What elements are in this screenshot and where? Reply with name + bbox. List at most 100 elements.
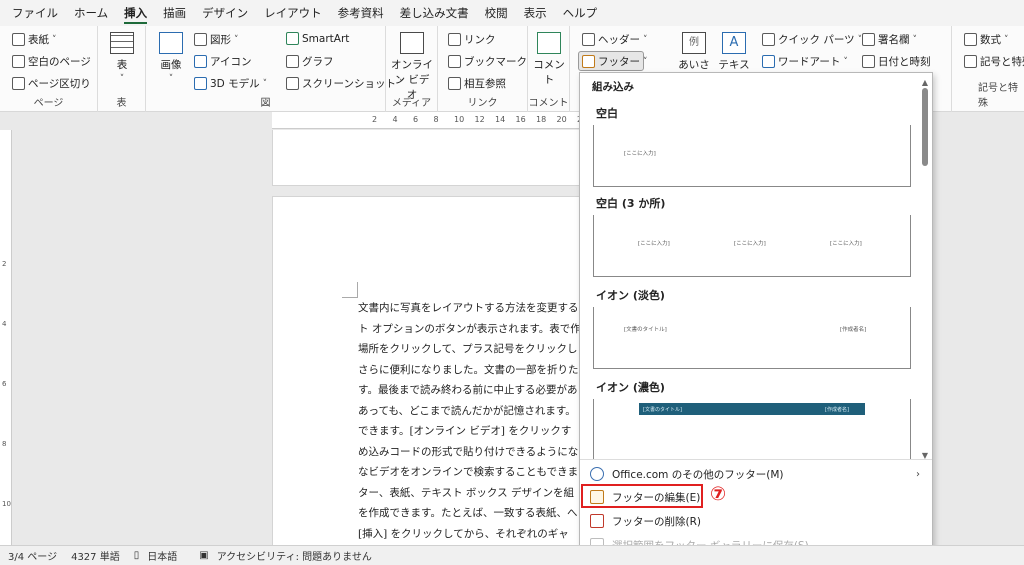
menu-separator [580, 459, 932, 460]
cover-page-button[interactable]: 表紙 ˅ [12, 32, 57, 47]
scroll-up-icon[interactable]: ▲ [918, 78, 932, 87]
group-label-links: リンク [467, 98, 498, 109]
group-label-media: メディア [391, 98, 432, 109]
tab-4[interactable]: デザイン [194, 0, 256, 26]
quick-parts-icon [762, 33, 775, 46]
document-body-text[interactable]: 文書内に写真をレイアウトする方法を変更するト オプションのボタンが表示されます。… [358, 298, 580, 565]
chevron-right-icon: › [916, 468, 920, 480]
header-button[interactable]: ヘッダー ˅ [582, 32, 648, 47]
document-line: ター、表紙、テキスト ボックス デザインを組 [358, 486, 574, 499]
tab-1[interactable]: ホーム [66, 0, 116, 26]
link-icon [448, 33, 461, 46]
tab-9[interactable]: 表示 [516, 0, 555, 26]
symbol-button[interactable]: 記号と特殊 [964, 54, 1024, 69]
cover-page-icon [12, 33, 25, 46]
tab-7[interactable]: 差し込み文書 [392, 0, 477, 26]
date-time-button[interactable]: 日付と時刻 [862, 54, 931, 69]
wordart-button[interactable]: ワードアート ˅ [762, 54, 848, 69]
comment-button[interactable]: コメント [530, 32, 568, 87]
quick-parts-button[interactable]: クイック パーツ ˅ [762, 32, 862, 47]
cross-reference-icon [448, 77, 461, 90]
table-icon [110, 32, 134, 54]
group-comments: コメント コメント [528, 26, 570, 112]
gallery-section-heading: 組み込み [592, 81, 634, 93]
tab-8[interactable]: 校閲 [477, 0, 516, 26]
cross-reference-button[interactable]: 相互参照 [448, 76, 506, 91]
footer-placeholder: [ここに入力] [638, 241, 670, 247]
tab-6[interactable]: 参考資料 [330, 0, 392, 26]
omega-icon [964, 55, 977, 68]
language[interactable]: 日本語 [147, 548, 177, 563]
signature-line-icon [862, 33, 875, 46]
more-footers-office-menu-item[interactable]: Office.com のその他のフッター(M) › [590, 463, 920, 485]
book-icon[interactable]: ▯ [134, 550, 140, 561]
blank-page-button[interactable]: 空白のページ [12, 54, 91, 69]
document-line: なビデオをオンラインで検索することもできま [358, 466, 579, 478]
document-line: さらに便利になりました。文書の一部を折りた [358, 363, 579, 376]
bookmark-button[interactable]: ブックマーク [448, 54, 527, 69]
footer-placeholder: [作成者名] [840, 327, 867, 333]
icons-button[interactable]: アイコン [194, 54, 251, 69]
ruler-tick-label: 2 [372, 115, 378, 124]
picture-button[interactable]: 画像 ˅ [154, 32, 188, 84]
ruler-tick-label: 4 [392, 115, 398, 124]
online-video-button[interactable]: オンライン ビデオ [390, 32, 434, 102]
remove-footer-menu-item[interactable]: フッターの削除(R) [590, 510, 920, 532]
equation-button[interactable]: 数式 ˅ [964, 32, 1009, 47]
edit-footer-highlight [581, 484, 703, 508]
document-page-prev[interactable] [272, 130, 582, 186]
shapes-button[interactable]: 図形 ˅ [194, 32, 239, 47]
menu-item-label: Office.com のその他のフッター(M) [612, 468, 784, 481]
footer-gallery: 空白 [ここに入力] 空白 (3 か所) [ここに入力] [ここに入力] [ここに入力] イ… [580, 95, 918, 459]
smartart-button[interactable]: SmartArt [286, 32, 349, 45]
horizontal-ruler[interactable]: 246810121416182022 [272, 112, 587, 129]
gallery-scrollbar[interactable]: ▲ ▼ [918, 78, 932, 460]
tab-2[interactable]: 挿入 [116, 0, 155, 26]
gallery-item-title: 空白 [596, 107, 618, 120]
smartart-icon [286, 32, 299, 45]
page-break-button[interactable]: ページ区切り [12, 76, 91, 91]
tab-0[interactable]: ファイル [4, 0, 66, 26]
tab-3[interactable]: 描画 [155, 0, 194, 26]
link-button[interactable]: リンク [448, 32, 496, 47]
group-label-symbols: 記号と特殊 [978, 83, 1018, 109]
page-count[interactable]: 3/4 ページ [8, 548, 57, 563]
group-pages: 表紙 ˅ 空白のページ ページ区切り ページ [0, 26, 98, 112]
accessibility-status[interactable]: アクセシビリティ: 問題ありません [217, 548, 372, 563]
ruler-tick-label: 16 [515, 115, 526, 124]
table-button[interactable]: 表 ˅ [108, 32, 136, 84]
page-break-icon [12, 77, 25, 90]
footer-placeholder: [作成者名] [825, 407, 849, 413]
group-label-illustrations: 図 [260, 98, 271, 109]
tab-10[interactable]: ヘルプ [555, 0, 606, 26]
gallery-item-footer-preview[interactable]: [文書のタイトル] [作成者名] [593, 399, 911, 459]
vruler-tick-label: 10 [2, 500, 11, 508]
ruler-tick-label: 20 [556, 115, 567, 124]
header-icon [582, 33, 595, 46]
signature-line-button[interactable]: 署名欄 ˅ [862, 32, 917, 47]
vertical-ruler[interactable]: 24681012 [0, 130, 12, 565]
3d-model-button[interactable]: 3D モデル ˅ [194, 76, 267, 91]
gallery-item-footer-preview[interactable]: [文書のタイトル] [作成者名] [593, 307, 911, 369]
ruler-tick-label: 12 [474, 115, 485, 124]
group-symbols: 数式˅ 記号と特殊 記号と特殊 [952, 26, 1024, 112]
macro-icon[interactable]: ▣ [199, 550, 208, 561]
document-line: あっても、どこまで読んだかが記憶されます。 [358, 404, 576, 417]
screenshot-icon [286, 77, 299, 90]
cube-icon [194, 77, 207, 90]
group-links: リンク ブックマーク 相互参照 リンク [438, 26, 528, 112]
vruler-tick-label: 4 [2, 320, 7, 328]
ruler-tick-label: 18 [536, 115, 547, 124]
menu-tabs: ファイル ホーム 挿入 描画 デザイン レイアウト 参考資料 差し込み文書 校閲 表示 ヘルプ [0, 0, 1024, 26]
gallery-item-footer-preview[interactable]: [ここに入力] [ここに入力] [ここに入力] [593, 215, 911, 277]
scrollbar-thumb[interactable] [922, 88, 928, 166]
footer-placeholder: [ここに入力] [624, 151, 656, 157]
word-count[interactable]: 4327 単語 [71, 548, 120, 563]
document-line: 文書内に写真をレイアウトする方法を変更する [358, 302, 579, 314]
gallery-item-footer-preview[interactable]: [ここに入力] [593, 125, 911, 187]
picture-icon [159, 32, 183, 54]
gallery-item-title: 空白 (3 か所) [596, 197, 666, 210]
tab-5[interactable]: レイアウト [256, 0, 330, 26]
chart-button[interactable]: グラフ [286, 54, 334, 69]
ruler-tick-label: 14 [495, 115, 506, 124]
